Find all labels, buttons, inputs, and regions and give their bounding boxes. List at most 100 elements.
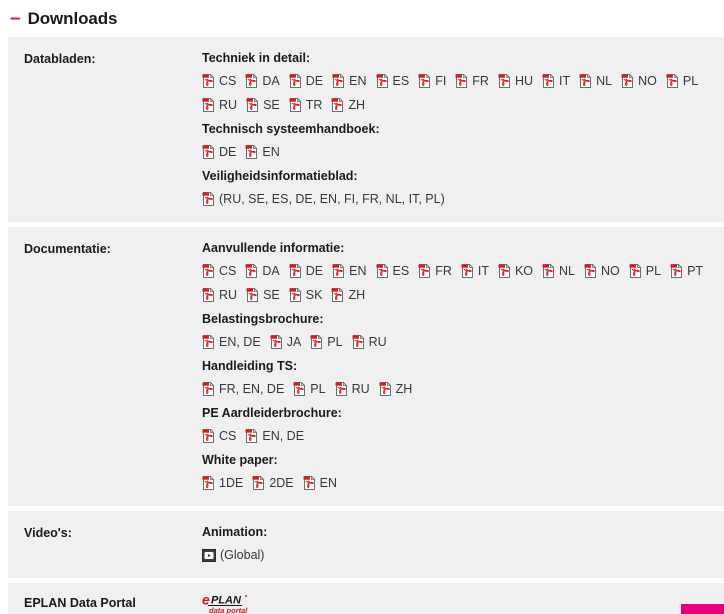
pdf-icon: [202, 288, 215, 302]
pdf-icon: [303, 476, 316, 490]
download-group: Belastingsbrochure: EN, DE JA PL RU: [202, 311, 716, 356]
download-link[interactable]: EN, DE: [245, 426, 304, 446]
download-link[interactable]: IT: [542, 71, 570, 91]
download-link[interactable]: SE: [246, 95, 280, 115]
download-link-list: FR, EN, DE PL RU ZH: [202, 379, 716, 403]
download-link[interactable]: RU: [352, 332, 387, 352]
download-group: Aanvullende informatie: CS DA DE EN ES FR IT KO N…: [202, 240, 716, 309]
download-link[interactable]: SE: [246, 285, 280, 305]
download-group: Handleiding TS: FR, EN, DE PL RU ZH: [202, 358, 716, 403]
download-link[interactable]: TR: [289, 95, 322, 115]
pdf-icon: [246, 288, 259, 302]
downloads-row: Video's: Animation: (Global): [8, 511, 724, 578]
row-content: e PLAN data portal: [198, 583, 724, 614]
download-link[interactable]: ZH: [331, 95, 365, 115]
download-link[interactable]: RU: [202, 95, 237, 115]
download-link-label: EN: [262, 145, 280, 159]
download-link-label: RU: [219, 288, 238, 302]
downloads-section-header[interactable]: – Downloads: [0, 0, 724, 37]
download-link[interactable]: FR, EN, DE: [202, 379, 284, 399]
download-link[interactable]: NO: [584, 261, 620, 281]
eplan-data-portal-logo[interactable]: e PLAN data portal: [202, 592, 249, 614]
pdf-icon: [455, 74, 468, 88]
download-link[interactable]: CS: [202, 261, 236, 281]
download-link[interactable]: PL: [310, 332, 343, 352]
download-link[interactable]: PT: [670, 261, 703, 281]
download-link-list: CS EN, DE: [202, 426, 716, 450]
downloads-row: Databladen: Techniek in detail: CS DA DE EN ES…: [8, 37, 724, 222]
group-title: Aanvullende informatie:: [202, 241, 345, 255]
download-link[interactable]: ZH: [379, 379, 413, 399]
download-link[interactable]: NL: [542, 261, 575, 281]
pdf-icon: [498, 264, 511, 278]
download-link[interactable]: (RU, SE, ES, DE, EN, FI, FR, NL, IT, PL): [202, 189, 445, 209]
download-link[interactable]: PL: [666, 71, 698, 91]
download-link[interactable]: DE: [289, 71, 323, 91]
pdf-icon: [245, 74, 258, 88]
download-link-label: 1DE: [219, 476, 244, 490]
download-link[interactable]: EN: [245, 142, 280, 162]
download-link[interactable]: EN, DE: [202, 332, 261, 352]
download-link[interactable]: EN: [332, 71, 367, 91]
download-link-label: EN, DE: [262, 429, 305, 443]
download-link[interactable]: FR: [418, 261, 452, 281]
download-link-label: SE: [263, 288, 280, 302]
page-title: Downloads: [27, 9, 118, 28]
row-label: Documentatie:: [24, 242, 111, 256]
download-link-label: PL: [682, 74, 699, 88]
download-link[interactable]: DE: [202, 142, 236, 162]
download-link[interactable]: DA: [245, 71, 280, 91]
pdf-icon: [202, 98, 215, 112]
download-link[interactable]: NO: [621, 71, 657, 91]
pdf-icon: [202, 335, 215, 349]
download-link[interactable]: ES: [376, 71, 410, 91]
download-link[interactable]: SK: [289, 285, 322, 305]
download-link-label: 2DE: [269, 476, 294, 490]
download-link[interactable]: 1DE: [202, 473, 243, 493]
pdf-icon: [245, 145, 258, 159]
download-link[interactable]: ZH: [331, 285, 365, 305]
download-link[interactable]: RU: [202, 285, 237, 305]
download-link[interactable]: EN: [332, 261, 367, 281]
download-link[interactable]: FI: [418, 71, 446, 91]
download-link[interactable]: EN: [303, 473, 337, 493]
download-link-label: ES: [392, 74, 410, 88]
download-link[interactable]: RU: [335, 379, 370, 399]
downloads-row: Documentatie: Aanvullende informatie: CS DA…: [8, 227, 724, 506]
download-link-label: ZH: [395, 382, 413, 396]
download-group: Techniek in detail: CS DA DE EN ES FI FR HU IT NL N…: [202, 50, 716, 119]
row-label: EPLAN Data Portal: [24, 596, 136, 610]
download-link-label: CS: [219, 429, 237, 443]
download-link[interactable]: PL: [629, 261, 661, 281]
download-link[interactable]: NL: [579, 71, 612, 91]
download-group: White paper: 1DE 2DE EN: [202, 452, 716, 493]
pdf-icon: [246, 98, 259, 112]
download-link[interactable]: IT: [461, 261, 489, 281]
download-link[interactable]: CS: [202, 426, 236, 446]
row-content: Techniek in detail: CS DA DE EN ES FI FR HU IT NL N…: [198, 37, 724, 222]
downloads-row: EPLAN Data Portal e PLAN data portal: [8, 583, 724, 614]
download-group: Veiligheidsinformatieblad: (RU, SE, ES, D…: [202, 168, 716, 209]
download-link-list: 1DE 2DE EN: [202, 473, 716, 493]
download-link-label: FR, EN, DE: [219, 382, 285, 396]
download-link-label: FR: [472, 74, 489, 88]
pdf-icon: [202, 145, 215, 159]
pdf-icon: [202, 192, 215, 206]
download-link[interactable]: ES: [376, 261, 409, 281]
download-link[interactable]: JA: [270, 332, 301, 352]
download-link-label: NO: [638, 74, 657, 88]
download-link[interactable]: DE: [289, 261, 323, 281]
pdf-icon: [542, 74, 555, 88]
download-link-list: (RU, SE, ES, DE, EN, FI, FR, NL, IT, PL): [202, 189, 716, 209]
download-link[interactable]: CS: [202, 71, 236, 91]
minus-icon[interactable]: –: [10, 9, 21, 28]
pdf-icon: [289, 288, 302, 302]
download-link[interactable]: 2DE: [252, 473, 294, 493]
download-link[interactable]: PL: [293, 379, 326, 399]
downloads-page: – Downloads Databladen: Techniek in detai…: [0, 0, 724, 614]
download-link[interactable]: KO: [498, 261, 533, 281]
download-link[interactable]: HU: [498, 71, 533, 91]
download-link[interactable]: (Global): [202, 545, 264, 565]
download-link[interactable]: DA: [245, 261, 280, 281]
download-link[interactable]: FR: [455, 71, 489, 91]
